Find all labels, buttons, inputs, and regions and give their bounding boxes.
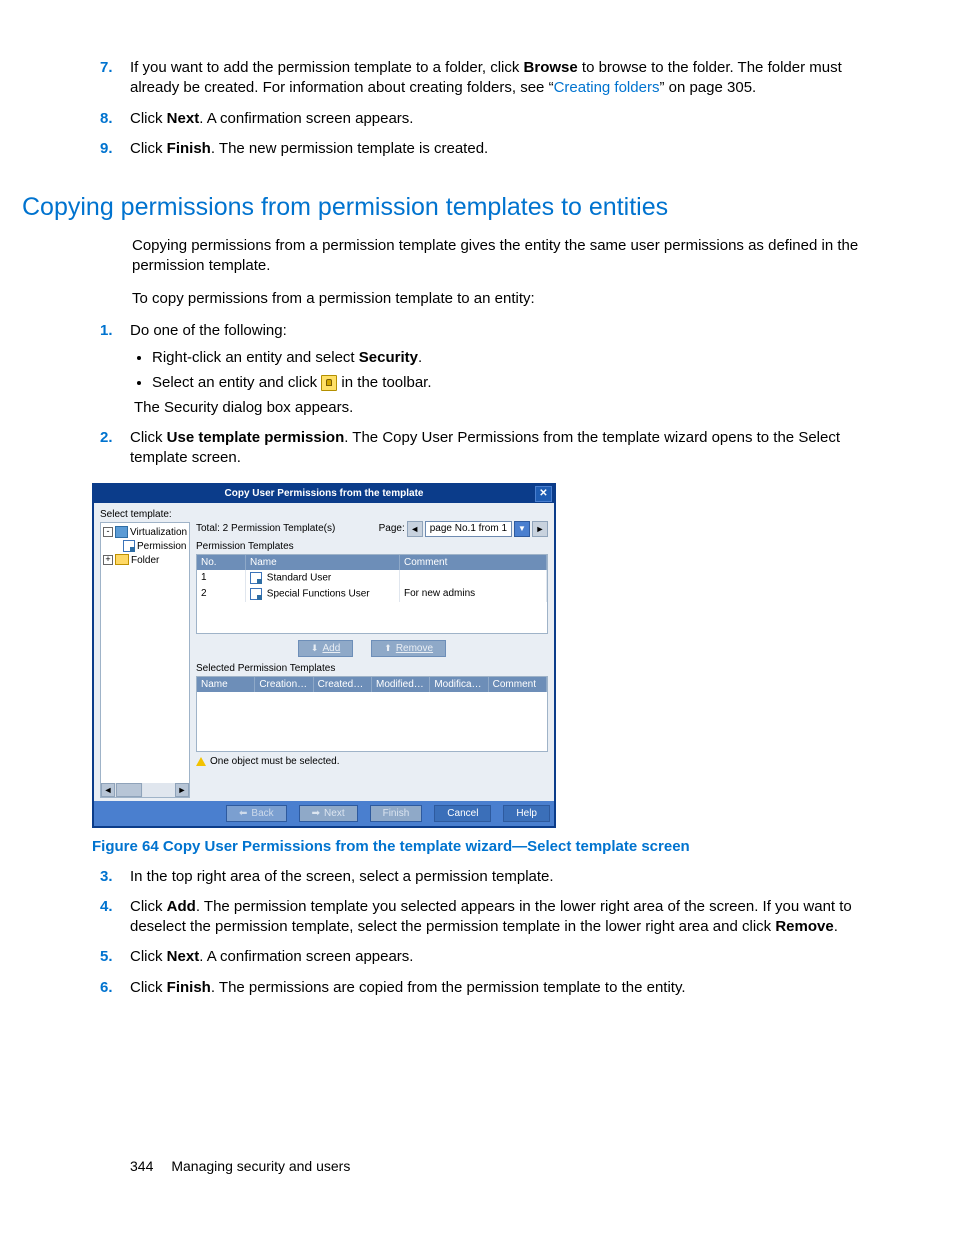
page-select[interactable]: page No.1 from 1 bbox=[425, 521, 512, 537]
after-step-4: 4.Click Add. The permission template you… bbox=[130, 897, 894, 938]
expand-icon[interactable]: + bbox=[103, 555, 113, 565]
step-text: If you want to add the permission templa… bbox=[130, 59, 842, 96]
step-9: 9.Click Finish. The new permission templ… bbox=[130, 139, 894, 159]
after-steps: 3.In the top right area of the screen, s… bbox=[60, 867, 894, 998]
arrow-left-icon: ⬅ bbox=[239, 808, 247, 819]
add-button[interactable]: ⬇Add bbox=[298, 640, 353, 657]
table-row[interactable]: 2 Special Functions User For new admins bbox=[197, 586, 547, 602]
tree-item-permission[interactable]: Permission bbox=[103, 540, 187, 554]
cancel-button[interactable]: Cancel bbox=[434, 805, 491, 822]
table-row[interactable]: 1 Standard User bbox=[197, 570, 547, 586]
section-heading: Copying permissions from permission temp… bbox=[22, 193, 894, 222]
after-step-3: 3.In the top right area of the screen, s… bbox=[130, 867, 894, 887]
arrow-down-icon: ⬇ bbox=[311, 643, 319, 654]
tree-pane[interactable]: -Virtualization Permission +Folder ◄ ► bbox=[100, 522, 190, 798]
table-label: Permission Templates bbox=[196, 541, 548, 552]
step-7: 7.If you want to add the permission temp… bbox=[130, 58, 894, 99]
lock-icon bbox=[321, 375, 337, 391]
top-steps: 7.If you want to add the permission temp… bbox=[60, 58, 894, 159]
scroll-left-icon[interactable]: ◄ bbox=[101, 783, 115, 797]
proc-step-1: 1. Do one of the following: Right-click … bbox=[130, 321, 894, 418]
permission-icon bbox=[250, 588, 262, 600]
selected-templates-table[interactable]: Name Creation… Created… Modified… Modifi… bbox=[196, 676, 548, 752]
sub-bullets: Right-click an entity and select Securit… bbox=[152, 347, 894, 418]
scroll-right-icon[interactable]: ► bbox=[175, 783, 189, 797]
permission-icon bbox=[123, 540, 135, 552]
arrow-right-icon: ➡ bbox=[312, 808, 320, 819]
tree-item-folder[interactable]: +Folder bbox=[103, 554, 187, 568]
wizard-titlebar: Copy User Permissions from the template … bbox=[94, 485, 554, 503]
link[interactable]: Creating folders bbox=[554, 79, 660, 96]
step-8: 8.Click Next. A confirmation screen appe… bbox=[130, 109, 894, 129]
procedure-steps: 1. Do one of the following: Right-click … bbox=[60, 321, 894, 469]
folder-icon bbox=[115, 554, 129, 565]
section-para-2: To copy permissions from a permission te… bbox=[132, 289, 894, 309]
bullet-2: Select an entity and click in the toolba… bbox=[152, 372, 894, 418]
close-icon[interactable]: ✕ bbox=[535, 486, 552, 502]
table-header: No. Name Comment bbox=[197, 555, 547, 570]
select-template-label: Select template: bbox=[100, 509, 192, 520]
page-dropdown-icon[interactable]: ▼ bbox=[514, 521, 530, 537]
after-step-5: 5.Click Next. A confirmation screen appe… bbox=[130, 947, 894, 967]
step-text: Click Finish. The new permission templat… bbox=[130, 140, 488, 157]
finish-button[interactable]: Finish bbox=[370, 805, 423, 822]
total-label: Total: 2 Permission Template(s) bbox=[196, 523, 335, 534]
table-header: Name Creation… Created… Modified… Modifi… bbox=[197, 677, 547, 692]
page-next-icon[interactable]: ► bbox=[532, 521, 548, 537]
figure-wizard: Copy User Permissions from the template … bbox=[92, 483, 894, 828]
figure-caption: Figure 64 Copy User Permissions from the… bbox=[92, 838, 894, 855]
back-button[interactable]: ⬅Back bbox=[226, 805, 287, 822]
page-prev-icon[interactable]: ◄ bbox=[407, 521, 423, 537]
tree-scrollbar[interactable]: ◄ ► bbox=[101, 783, 189, 797]
pager: Page: ◄ page No.1 from 1 ▼ ► bbox=[379, 521, 548, 537]
after-step-6: 6.Click Finish. The permissions are copi… bbox=[130, 978, 894, 998]
collapse-icon[interactable]: - bbox=[103, 527, 113, 537]
permission-icon bbox=[250, 572, 262, 584]
wizard-right-pane: Total: 2 Permission Template(s) Page: ◄ … bbox=[192, 503, 554, 801]
step-text: Click Next. A confirmation screen appear… bbox=[130, 110, 413, 127]
page-footer: 344Managing security and users bbox=[60, 1158, 894, 1174]
permission-templates-table[interactable]: No. Name Comment 1 Standard User 2 Speci… bbox=[196, 554, 548, 634]
warning-icon bbox=[196, 757, 206, 766]
remove-button[interactable]: ⬆Remove bbox=[371, 640, 446, 657]
help-button[interactable]: Help bbox=[503, 805, 550, 822]
warning-message: One object must be selected. bbox=[196, 756, 548, 767]
bullet-1: Right-click an entity and select Securit… bbox=[152, 347, 894, 368]
tree-item-virtualization[interactable]: -Virtualization bbox=[103, 526, 187, 540]
next-button[interactable]: ➡Next bbox=[299, 805, 358, 822]
section-para-1: Copying permissions from a permission te… bbox=[132, 236, 894, 277]
doc-icon bbox=[115, 526, 128, 538]
wizard-window: Copy User Permissions from the template … bbox=[92, 483, 556, 828]
wizard-footer: ⬅Back ➡Next Finish Cancel Help bbox=[94, 801, 554, 826]
arrow-up-icon: ⬆ bbox=[384, 643, 392, 654]
selected-table-label: Selected Permission Templates bbox=[196, 663, 548, 674]
proc-step-2: 2. Click Use template permission. The Co… bbox=[130, 428, 894, 469]
